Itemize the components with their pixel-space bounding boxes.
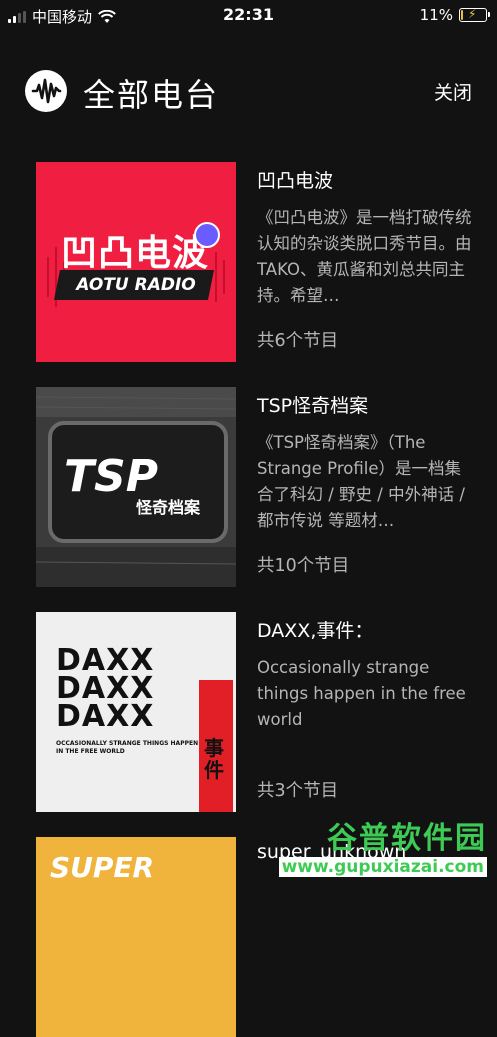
station-count: 共6个节目 [257,331,339,351]
watermark: 谷普软件园 www.gupuxiazai.com [278,813,487,877]
status-bar: 中国移动 22:31 11% ⚡ [0,0,497,30]
station-name: TSP怪奇档案 [257,395,369,417]
station-name: 凹凸电波 [257,170,334,192]
page-header: 全部电台 关闭 [25,68,472,118]
station-description: Occasionally strange things happen in th… [257,658,466,729]
station-item[interactable]: DAXX DAXX DAXX OCCASIONALLY STRANGE THIN… [36,612,476,812]
cover-title: 凹凸电波 [61,233,210,274]
cover-tagline: OCCASIONALLY STRANGE THINGS HAPPEN IN TH… [56,740,199,755]
station-count: 共3个节目 [257,781,339,801]
station-cover-tsp[interactable]: TSP 怪奇档案 [36,387,236,587]
station-name: DAXX,事件： [257,620,374,642]
cover-side-text: 事件 [204,736,224,782]
cover-title: SUPER [50,851,155,884]
station-cover-aotu[interactable]: 凹凸电波 AOTU RADIO [36,162,236,362]
station-description: 《凹凸电波》是一档打破传统认知的杂谈类脱口秀节目。由TAKO、黄瓜酱和刘总共同主… [257,208,472,305]
station-cover-super[interactable]: SUPER [36,837,236,1037]
station-item[interactable]: 凹凸电波 AOTU RADIO 凹凸电波 《凹凸电波》是一档打破传统认知的杂谈类… [36,162,476,362]
watermark-url: www.gupuxiazai.com [278,857,487,877]
cover-subtitle: 怪奇档案 [136,498,201,517]
battery-icon: ⚡ [459,7,490,22]
station-cover-daxx[interactable]: DAXX DAXX DAXX OCCASIONALLY STRANGE THIN… [36,612,236,812]
waveform-logo-icon [25,70,67,112]
cover-title: DAXX [56,699,155,734]
watermark-title: 谷普软件园 [327,821,487,856]
close-button[interactable]: 关闭 [434,78,472,105]
station-description: 《TSP怪奇档案》（The Strange Profile）是一档集合了科幻 /… [257,433,465,530]
page-title: 全部电台 [83,76,220,114]
station-count: 共10个节目 [257,556,350,576]
badge-icon [194,222,220,248]
station-item[interactable]: TSP 怪奇档案 TSP怪奇档案 《TSP怪奇档案》（The Strange P… [36,387,476,587]
battery-percent: 11% [419,6,453,24]
cover-subtitle: AOTU RADIO [76,275,196,295]
